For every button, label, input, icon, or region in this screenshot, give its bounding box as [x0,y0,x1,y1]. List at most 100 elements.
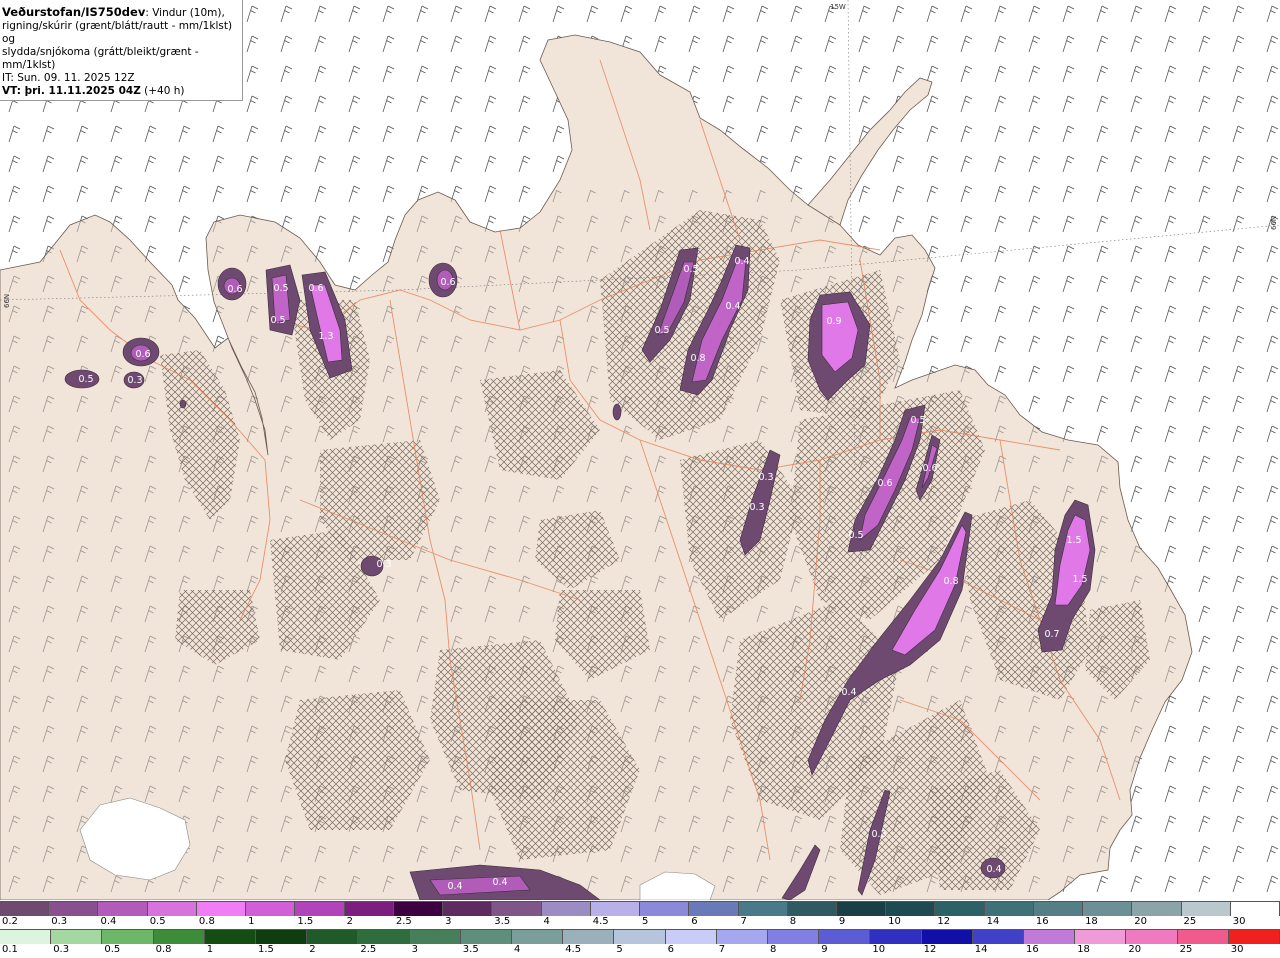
rain-scale-labels: 0.1 0.3 0.5 0.8 1 1.5 2 2.5 3 3.5 4 4.5 5 6 7 8 9 10 12 14 1… [0,944,1280,956]
rain-scale-swatch [51,930,103,944]
snow-scale-label: 1 [248,916,255,927]
precip-label: 0.8 [943,576,958,587]
rain-scale-label: 9 [821,944,828,955]
precip-label: 0.7 [1044,629,1059,640]
snow-scale-label: 2.5 [395,916,412,927]
rain-scale-swatch [358,930,410,944]
precip-label: 0.6 [227,284,242,295]
precip-label: 0.6 [440,277,455,288]
snow-scale-label: 0.4 [100,916,117,927]
snow-scale-label: 0.5 [149,916,166,927]
precip-label: 0.5 [78,374,93,385]
snow-scale-swatch [344,902,394,916]
precip-label: 1.3 [318,331,333,342]
rain-color-scale [0,929,1280,944]
description-line3: slydda/snjókoma (grátt/bleikt/grænt - mm… [2,46,199,71]
rain-scale-swatch [1126,930,1178,944]
snow-scale-label: 1.5 [297,916,314,927]
rain-scale-swatch [256,930,308,944]
precip-label: 0.6 [922,463,937,474]
rain-scale-swatch [0,930,52,944]
snow-scale-label: 30 [1232,916,1246,927]
precip-label: 0.6 [135,349,150,360]
rain-scale-label: 10 [872,944,886,955]
rain-scale-swatch [716,930,769,944]
rain-scale-swatch [768,930,820,944]
rain-scale-label: 30 [1230,944,1244,955]
precip-label: 0.5 [910,415,925,426]
rain-scale-label: 6 [667,944,674,955]
snow-scale-swatch [1181,902,1231,916]
rain-scale-swatch [614,930,666,944]
snow-scale-label: 0.8 [198,916,215,927]
rain-scale-label: 4 [514,944,521,955]
snow-scale-swatch [1230,902,1280,916]
precip-label: 0.6 [308,283,323,294]
snow-scale-swatch [935,902,985,916]
snow-scale-swatch [787,902,837,916]
rain-scale-label: 5 [616,944,623,955]
snow-scale-label: 10 [888,916,901,927]
snow-scale-swatch [590,902,641,916]
init-time: IT: Sun. 09. 11. 2025 12Z [2,72,135,84]
snow-scale-label: 20 [1134,916,1148,927]
precip-label: 0.4 [986,864,1001,875]
snow-scale-label: 4.5 [592,916,609,927]
rain-scale-label: 25 [1179,944,1193,955]
map-info-box: Veðurstofan/IS750dev: Vindur (10m), rign… [0,0,243,101]
snow-scale-label: 3 [445,916,452,927]
rain-scale-label: 0.8 [155,944,172,955]
map-title: Veðurstofan/IS750dev [2,5,146,19]
rain-scale-swatch [819,930,871,944]
snow-scale-label: 18 [1085,916,1098,927]
precip-label: 0.4 [725,301,740,312]
rain-scale-swatch [1228,930,1280,944]
rain-scale-label: 0.3 [53,944,70,955]
precip-label: 0.4 [447,881,462,892]
rain-scale-label: 2.5 [360,944,377,955]
snow-scale-swatch [1132,902,1182,916]
snow-scale-label: 16 [1035,916,1049,927]
snow-scale-swatch [49,902,99,916]
description-line2: rigning/skúrir (grænt/blátt/rautt - mm/1… [2,20,233,45]
precip-label: 0.5 [273,283,288,294]
rain-scale-swatch [102,930,154,944]
snow-scale-swatch [541,902,591,916]
lead-time: (+40 h) [144,85,185,97]
precip-label: 0.3 [749,502,764,513]
rain-scale-label: 20 [1128,944,1142,955]
rain-scale-swatch [204,930,257,944]
precip-label: 0.3 [758,472,773,483]
snow-scale-swatch [98,902,148,916]
snow-scale-swatch [738,902,788,916]
rain-scale-swatch [1075,930,1127,944]
snow-scale-swatch [492,902,542,916]
snow-scale-swatch [0,902,50,916]
description-line1: : Vindur (10m), [145,7,225,19]
rain-scale-swatch [153,930,205,944]
rain-scale-swatch [665,930,717,944]
snow-scale-swatch [443,902,493,916]
weather-map: 15W 66N 66N 0.6 0.5 0.6 0.5 1.3 0.6 0.6 [0,0,1280,900]
rain-scale-label: 2 [309,944,316,955]
valid-time: VT: þri. 11.11.2025 04Z [2,85,141,97]
rain-scale-swatch [307,930,359,944]
precip-label: 1.5 [1072,574,1087,585]
rain-scale-label: 18 [1077,944,1090,955]
snow-color-scale [0,901,1280,916]
snow-scale-label: 5 [642,916,649,927]
snow-scale-swatch [246,902,296,916]
snow-scale-label: 12 [937,916,951,927]
snow-scale-swatch [640,902,690,916]
snow-scale-swatch [196,902,247,916]
lat-label-left: 66N [3,294,11,308]
precip-label: 0.6 [877,478,892,489]
snow-scale-label: 0.3 [51,916,68,927]
snow-scale-label: 0.2 [2,916,18,927]
snow-scale-label: 2 [346,916,353,927]
snow-scale-swatch [689,902,739,916]
lat-label-right: 66N [1270,216,1278,230]
rain-scale-label: 1 [206,944,214,955]
rain-scale-label: 0.5 [104,944,121,955]
snow-scale-swatch [984,902,1034,916]
